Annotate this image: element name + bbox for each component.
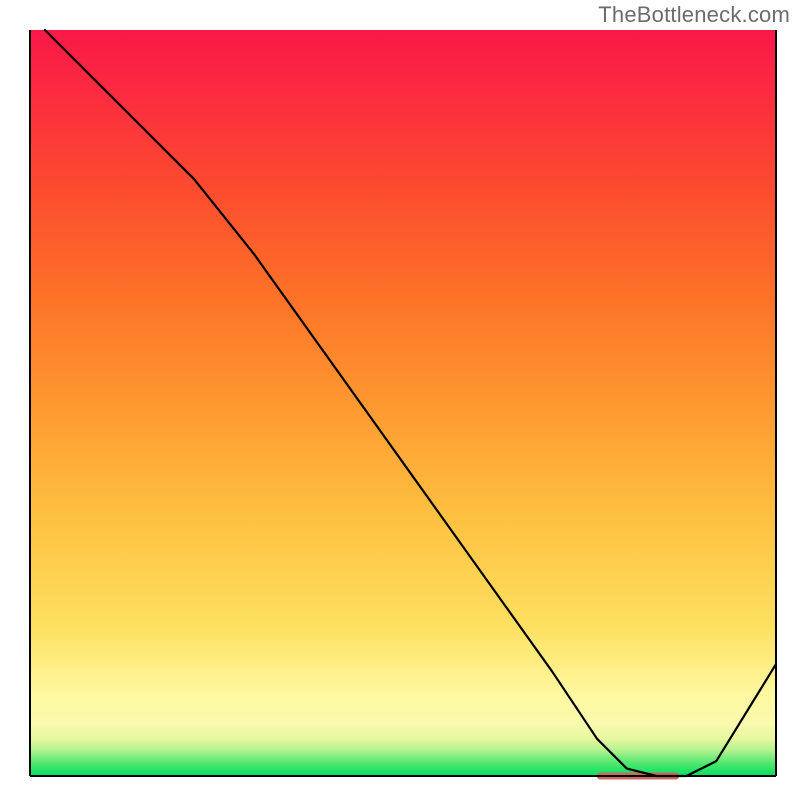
plot-background [30,30,776,776]
watermark-text: TheBottleneck.com [598,2,790,28]
chart-svg [0,0,800,800]
